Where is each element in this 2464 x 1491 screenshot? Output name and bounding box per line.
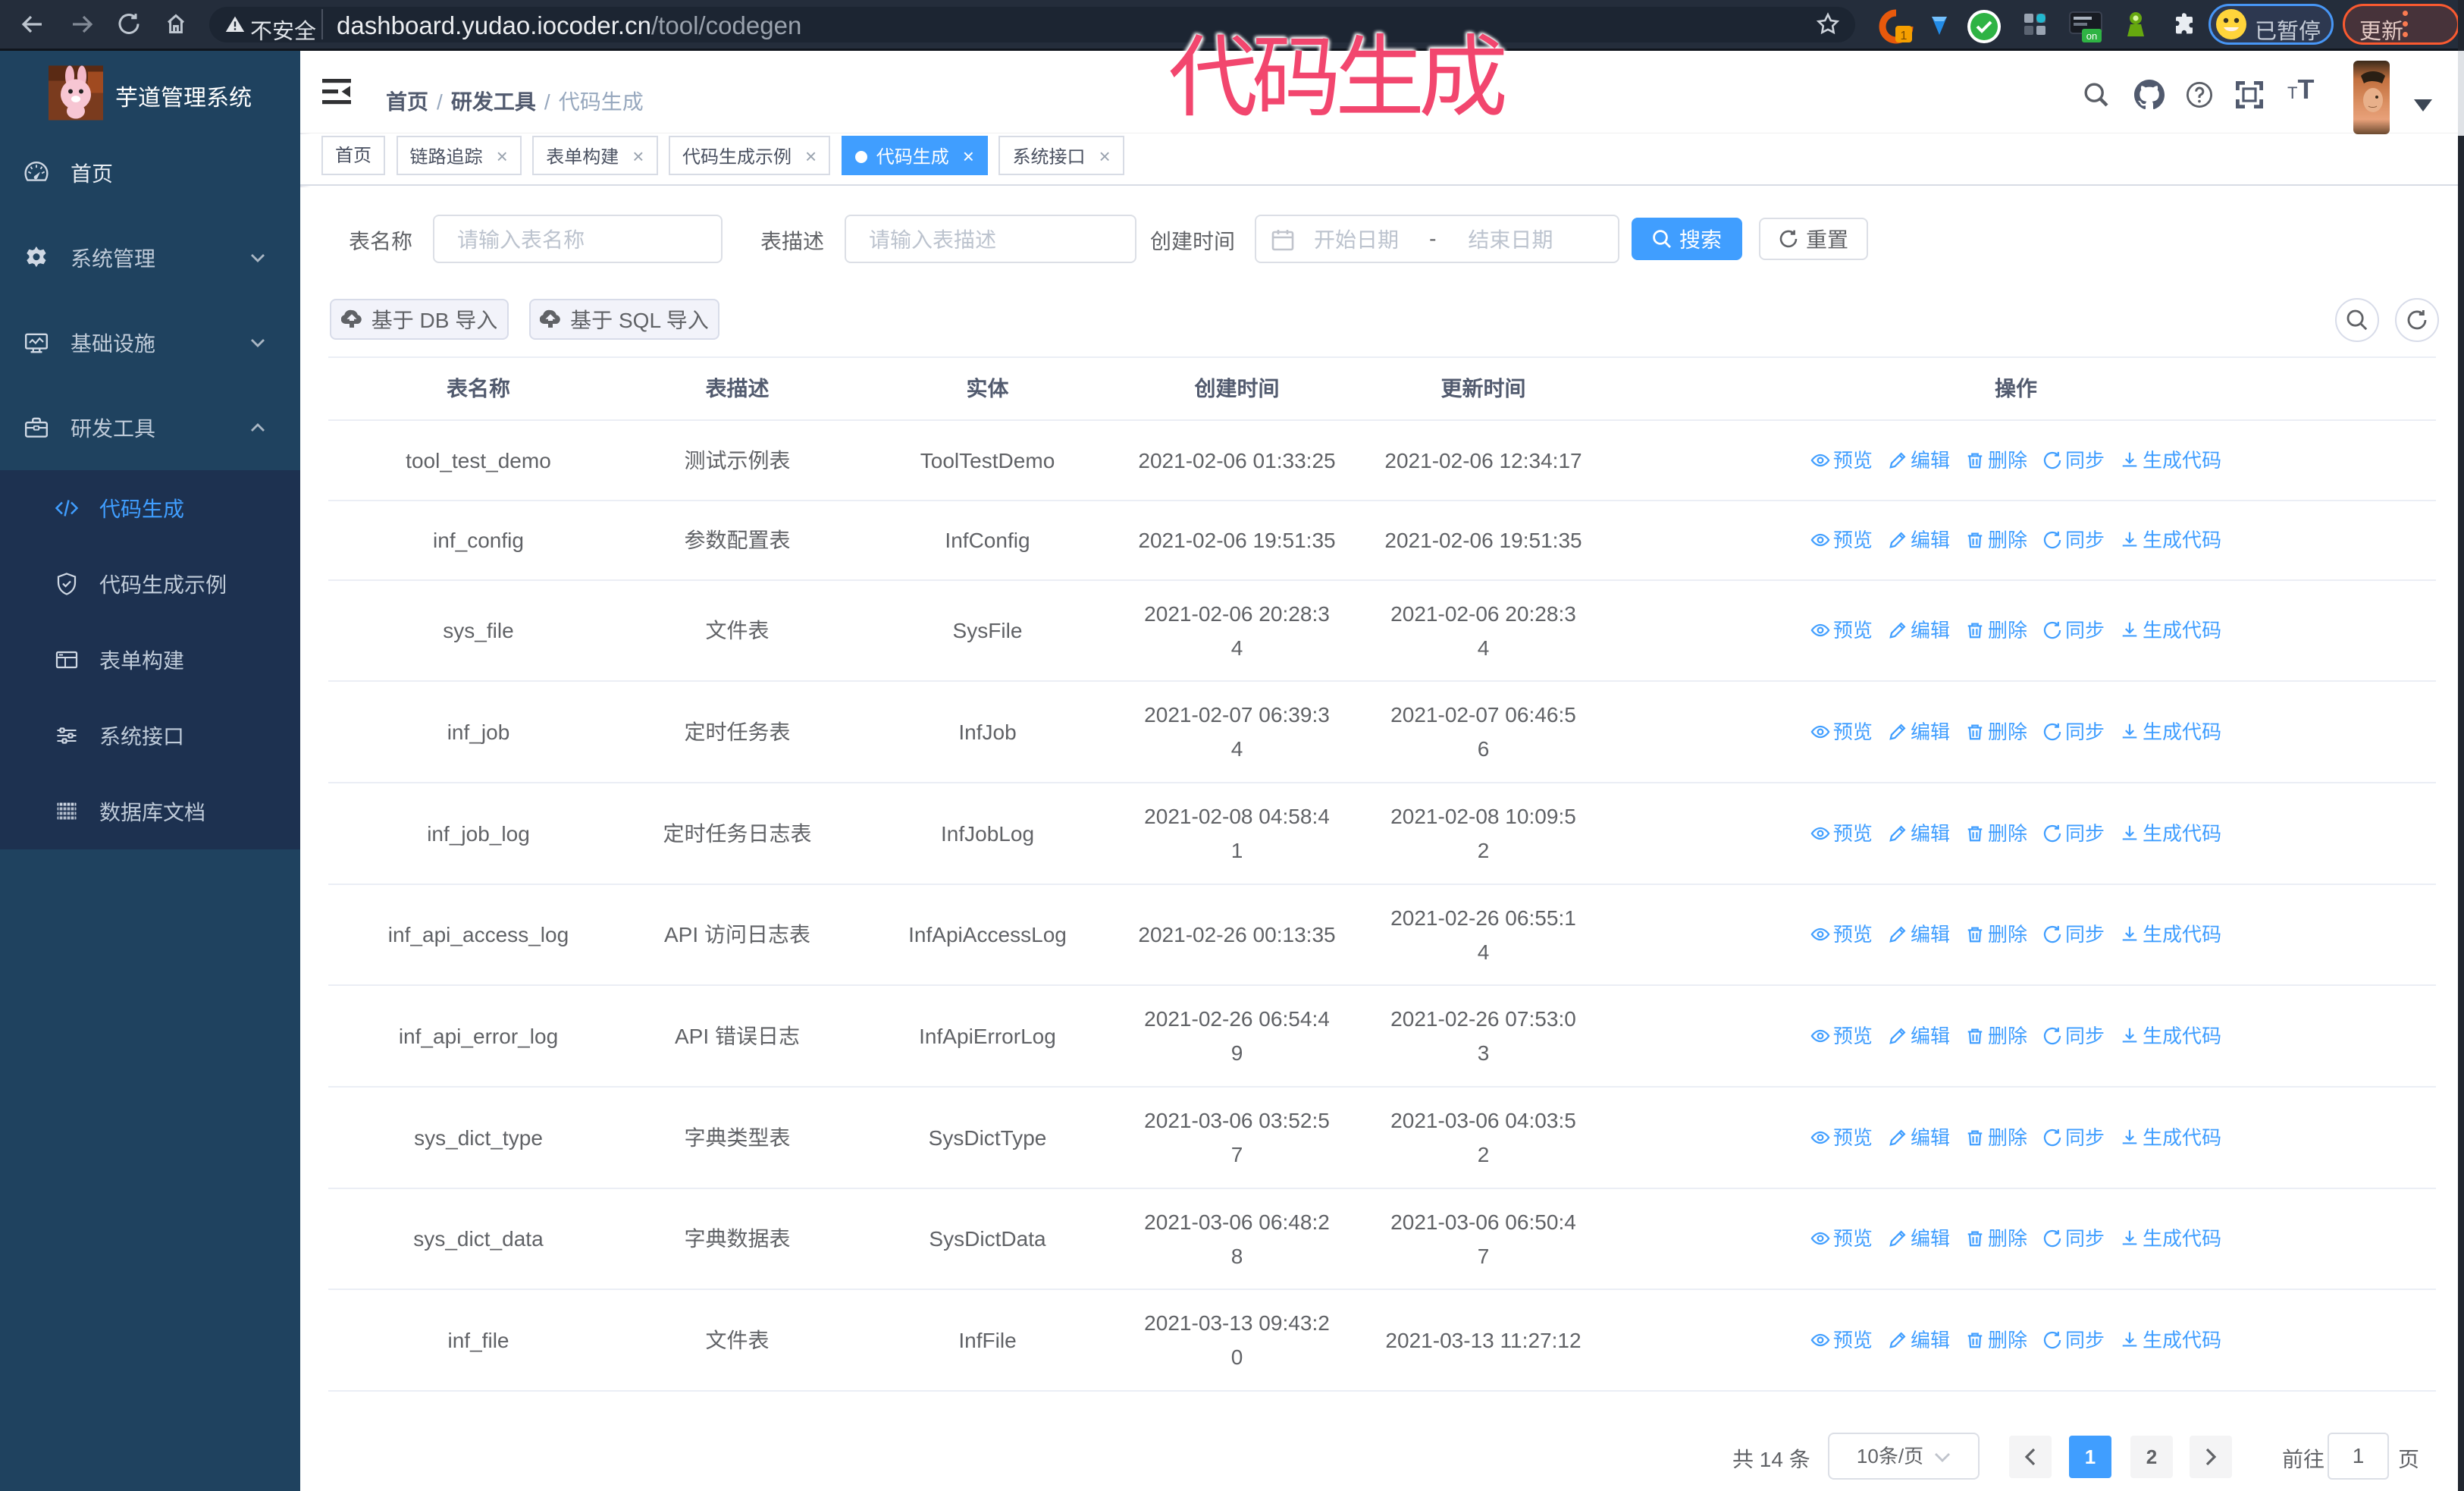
svg-text:1: 1 xyxy=(1901,30,1908,42)
svg-text:on: on xyxy=(2086,30,2098,42)
